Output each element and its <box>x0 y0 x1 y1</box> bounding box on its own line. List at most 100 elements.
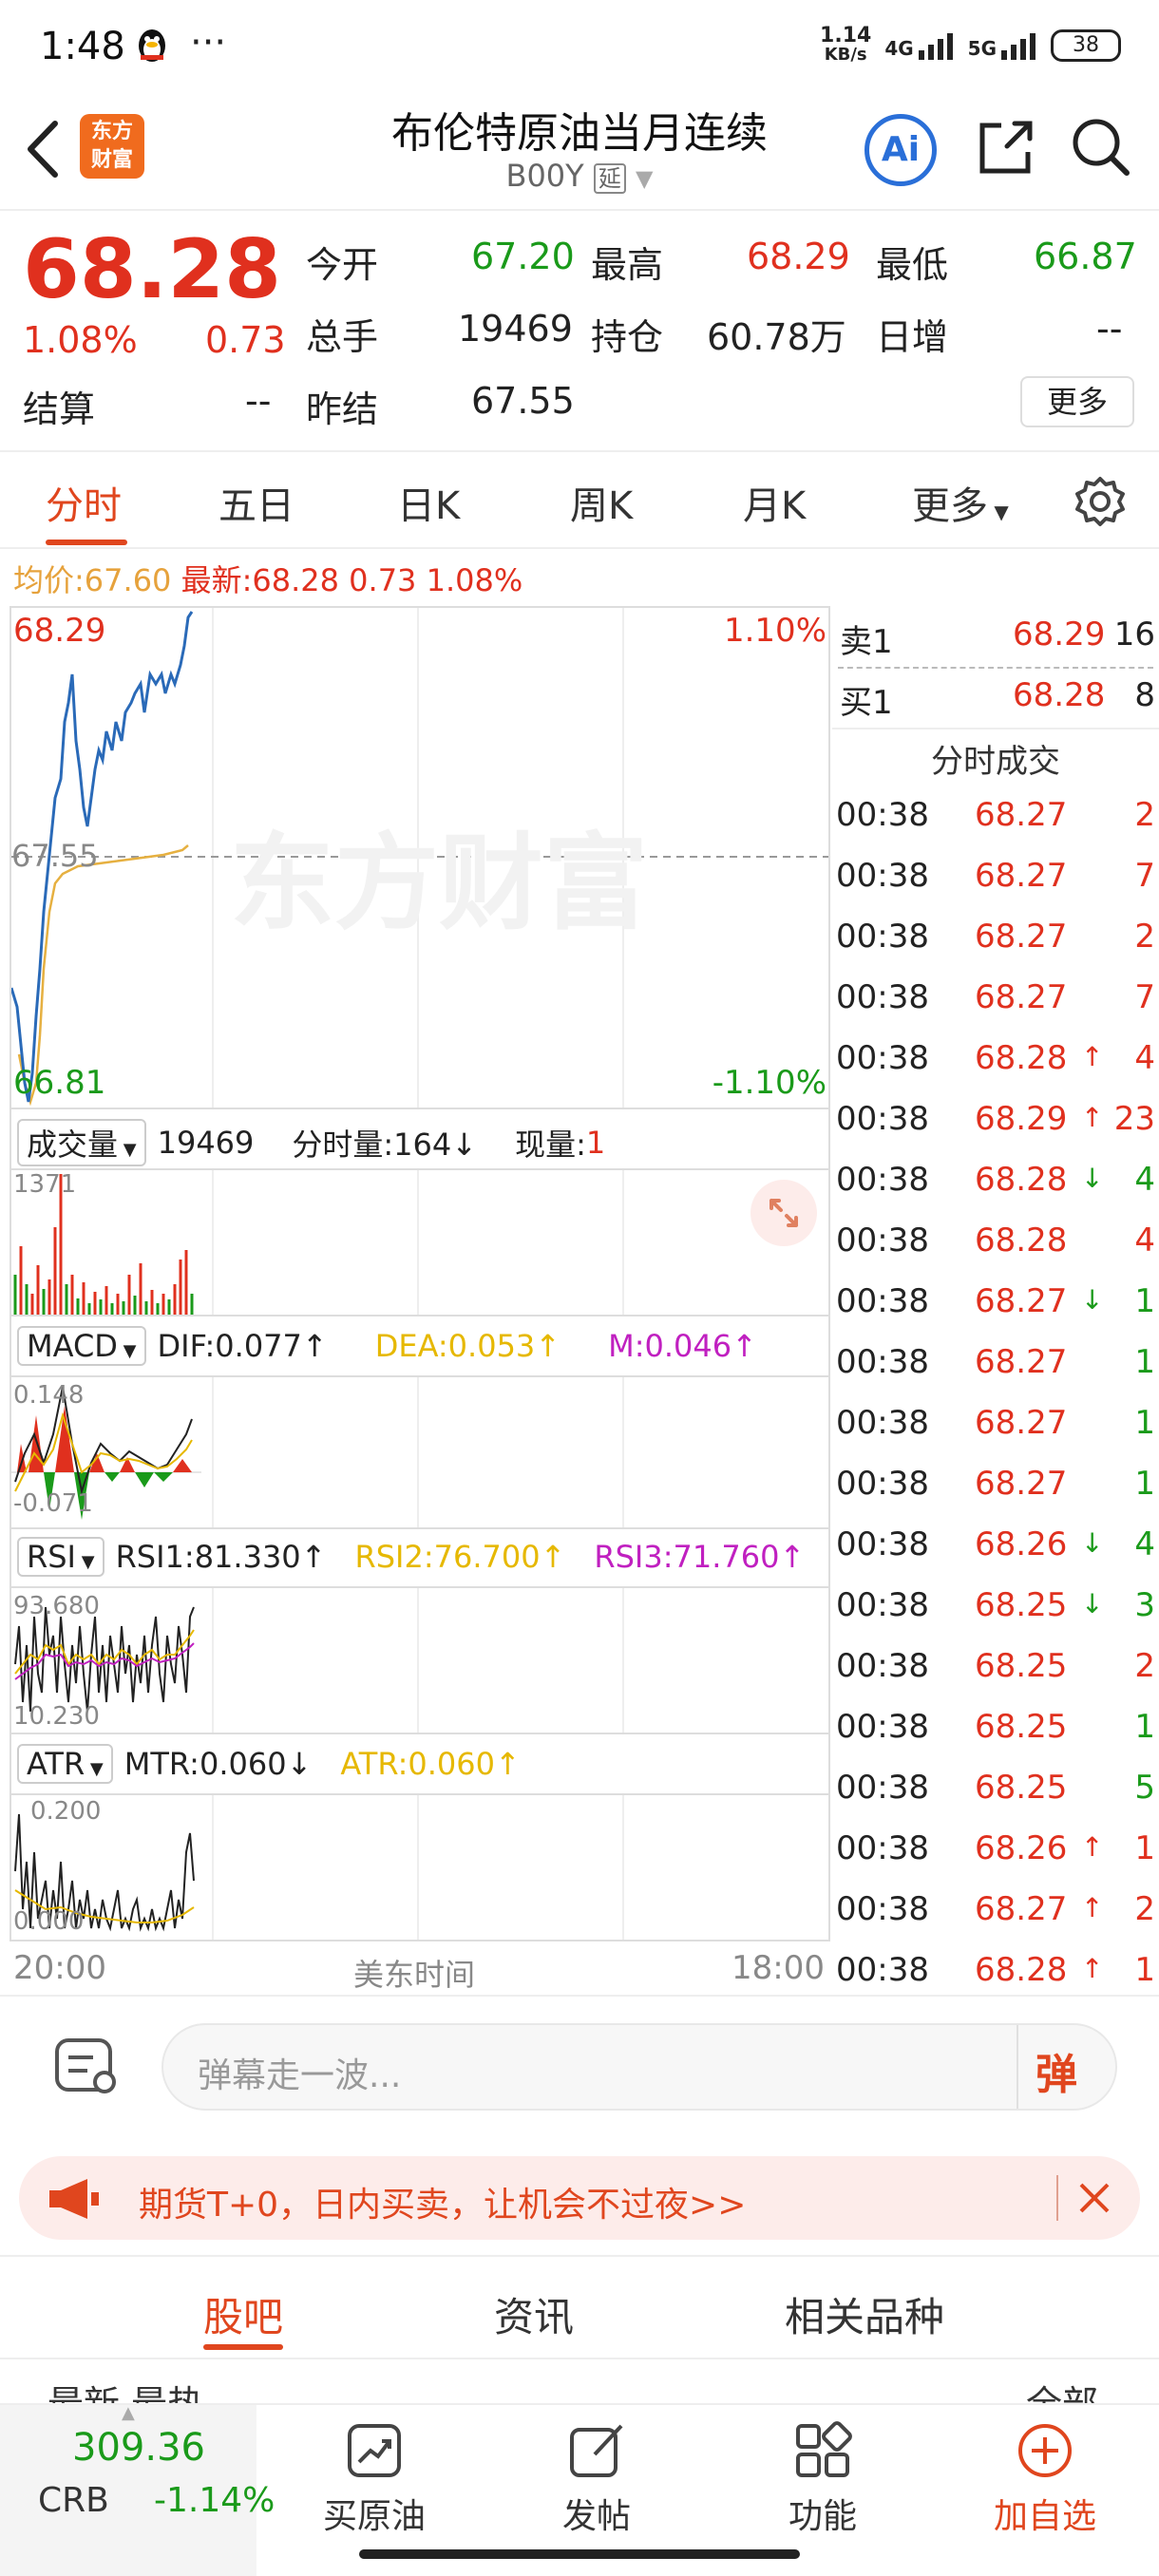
danmu-placeholder: 弹幕走一波... <box>198 2056 402 2095</box>
atr-indicator-select[interactable]: ATR ▼ <box>17 1744 113 1784</box>
trade-price: 68.27 <box>975 857 1068 895</box>
trade-price: 68.28 <box>975 1951 1068 1989</box>
price-chart[interactable]: 东方财富 68.29 1.10% 67.55 66.81 -1.10% <box>10 606 830 1109</box>
trade-qty: 23 <box>1113 1100 1155 1138</box>
close-icon[interactable] <box>1074 2177 1115 2223</box>
trade-row: 00:38 68.28 ↓ 4 <box>832 1147 1159 1208</box>
trade-price: 68.28 <box>975 1039 1068 1077</box>
trade-time: 00:38 <box>836 1647 929 1685</box>
tab-related[interactable]: 相关品种 <box>785 2285 944 2343</box>
net1-label: 4G <box>884 37 914 60</box>
status-right: 1.14 KB/s 4G 5G 38 <box>820 26 1121 65</box>
prev-settle-label: 昨结 <box>306 388 379 430</box>
quote-panel: 68.28 1.08% 0.73 结算 -- 今开 67.20 最高 68.29… <box>0 213 1159 450</box>
tab-news[interactable]: 资讯 <box>494 2285 574 2343</box>
nav-post-label: 发帖 <box>561 2497 631 2536</box>
index-ticker[interactable]: ▲ 309.36 CRB -1.14% <box>0 2403 275 2576</box>
danmu-toggle-button[interactable]: 弹 <box>1036 2040 1077 2101</box>
caret-down-icon: ▼ <box>636 165 654 192</box>
trade-row: 00:38 68.26 ↓ 4 <box>832 1512 1159 1573</box>
divider <box>1016 2025 1018 2109</box>
watermark: 东方财富 <box>230 823 648 944</box>
trade-price: 68.25 <box>975 1647 1068 1685</box>
trade-qty: 4 <box>1134 1161 1155 1199</box>
trade-price: 68.25 <box>975 1586 1068 1624</box>
volume-indicator-select[interactable]: 成交量 ▼ <box>17 1119 146 1166</box>
atr-chart[interactable]: 0.200 0.000 <box>10 1793 830 1941</box>
more-quote-button[interactable]: 更多 <box>1020 376 1134 427</box>
minute-volume: 分时量:164↓ <box>292 1127 478 1163</box>
battery-icon: 38 <box>1051 29 1121 62</box>
trade-price: 68.28 <box>975 1161 1068 1199</box>
settings-gear-icon[interactable] <box>1072 473 1129 534</box>
tab-guba[interactable]: 股吧 <box>203 2285 283 2343</box>
caret-down-icon: ▼ <box>118 1140 137 1160</box>
signal-5g-icon: 5G <box>968 31 1037 60</box>
trade-row: 00:38 68.27 7 <box>832 965 1159 1026</box>
nav-functions[interactable]: 功能 <box>737 2405 908 2538</box>
macd-indicator-select[interactable]: MACD ▼ <box>17 1326 146 1366</box>
tab-more[interactable]: 更多 ▼ <box>912 475 1009 530</box>
last-price: 68.28 <box>23 222 282 317</box>
expand-chart-icon[interactable] <box>750 1180 817 1246</box>
trade-qty: 7 <box>1134 857 1155 895</box>
promo-banner[interactable]: 期货T+0，日内买卖，让机会不过夜>> <box>19 2156 1140 2240</box>
latest-change: 0.73 <box>349 562 417 598</box>
trade-time: 00:38 <box>836 1890 929 1928</box>
trade-row: 00:38 68.25 5 <box>832 1755 1159 1816</box>
nav-buy-oil[interactable]: 买原油 <box>289 2405 460 2538</box>
filter-all-partial[interactable]: 全部 <box>1026 2375 1098 2403</box>
trade-price: 68.26 <box>975 1829 1068 1867</box>
ai-assistant-button[interactable]: Ai <box>864 114 937 186</box>
trade-direction-icon: ↓ <box>1081 1527 1104 1559</box>
index-pct: -1.14% <box>154 2481 276 2520</box>
tab-five-day[interactable]: 五日 <box>218 475 294 530</box>
trade-list[interactable]: 00:38 68.27 2 00:38 68.27 7 00:38 68.27 2 00:38 68… <box>832 783 1159 1998</box>
trade-time: 00:38 <box>836 1161 929 1199</box>
rsi-indicator-select[interactable]: RSI ▼ <box>17 1537 104 1577</box>
low-value: 66.87 <box>1034 236 1137 277</box>
sort-options-partial[interactable]: 最新 最热 <box>48 2375 203 2403</box>
axis-bottom-price: 66.81 <box>13 1064 106 1102</box>
tab-weekly-k[interactable]: 周K <box>570 475 633 530</box>
trade-price: 68.27 <box>975 918 1068 956</box>
danmu-input[interactable]: 弹幕走一波... 弹 <box>162 2023 1117 2111</box>
trade-qty: 1 <box>1134 1829 1155 1867</box>
tab-daily-k[interactable]: 日K <box>397 475 460 530</box>
tab-monthly-k[interactable]: 月K <box>743 475 806 530</box>
rsi-chart[interactable]: 93.680 10.230 <box>10 1586 830 1734</box>
macd-chart[interactable]: 0.148 -0.071 <box>10 1375 830 1529</box>
nav-post[interactable]: 发帖 <box>511 2405 682 2538</box>
comment-list-icon[interactable] <box>51 2033 124 2105</box>
trade-time: 00:38 <box>836 1100 929 1138</box>
trade-direction-icon: ↓ <box>1081 1284 1104 1316</box>
tab-intraday[interactable]: 分时 <box>46 475 122 530</box>
volume-chart[interactable]: 1371 <box>10 1168 830 1316</box>
trade-time: 00:38 <box>836 1525 929 1563</box>
share-icon[interactable] <box>973 114 1039 184</box>
trade-direction-icon: ↑ <box>1081 1892 1104 1923</box>
nav-add-watchlist-label: 加自选 <box>993 2497 1096 2536</box>
current-volume-label: 现量: <box>515 1127 586 1163</box>
trade-row: 00:38 68.28 ↑ 1 <box>832 1938 1159 1998</box>
open-interest-value: 60.78万 <box>707 316 846 358</box>
nav-add-watchlist[interactable]: 加自选 <box>960 2405 1130 2538</box>
trade-price: 68.27 <box>975 1282 1068 1320</box>
megaphone-icon <box>46 2175 103 2226</box>
trade-time: 00:38 <box>836 918 929 956</box>
chart-tabs: 分时 五日 日K 周K 月K 更多 ▼ <box>0 450 1159 549</box>
sell1-qty: 16 <box>1113 616 1155 653</box>
daily-increase-label: 日增 <box>876 316 949 358</box>
caret-down-icon: ▼ <box>75 1552 95 1572</box>
search-icon[interactable] <box>1068 114 1134 184</box>
latest-pct: 1.08% <box>426 562 523 598</box>
divider <box>1056 2175 1058 2221</box>
trade-time: 00:38 <box>836 857 929 895</box>
trade-price: 68.25 <box>975 1769 1068 1807</box>
orderbook-divider <box>838 667 1153 669</box>
trade-qty: 1 <box>1134 1465 1155 1503</box>
trade-price: 68.27 <box>975 796 1068 834</box>
trade-row: 00:38 68.25 1 <box>832 1695 1159 1755</box>
trade-qty: 4 <box>1134 1039 1155 1077</box>
volume-value: 19469 <box>458 308 573 350</box>
